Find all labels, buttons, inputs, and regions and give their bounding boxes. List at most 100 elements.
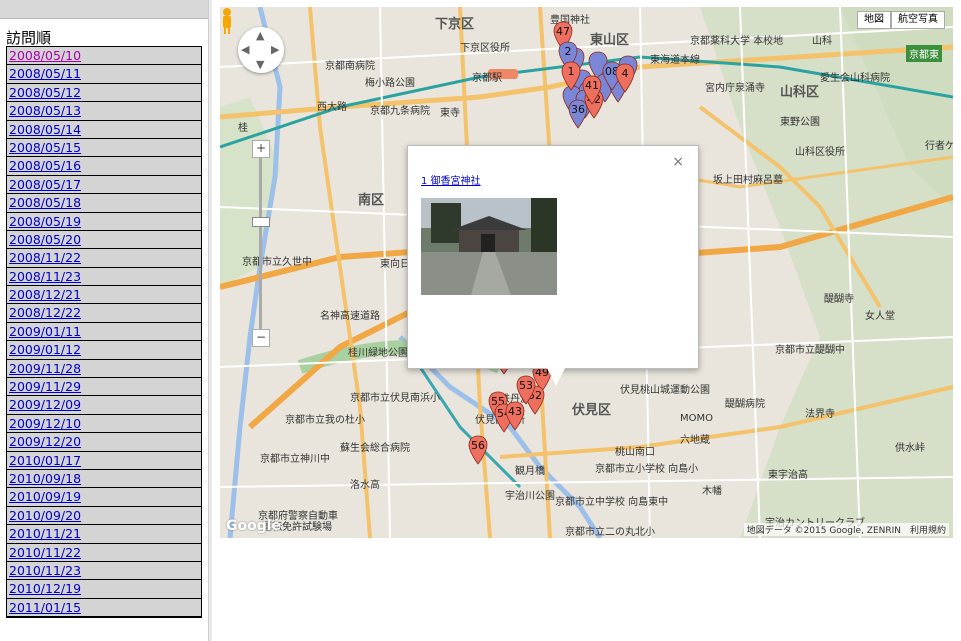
- map-label: 行者ケ: [925, 141, 953, 152]
- map-label: 京都九条病院: [370, 106, 430, 117]
- date-list-item: 2010/11/22: [7, 543, 201, 562]
- date-link[interactable]: 2011/01/15: [7, 599, 201, 617]
- pan-right-icon[interactable]: ▶: [271, 43, 279, 56]
- map-label: 東野公園: [780, 117, 820, 128]
- map-label: 京都薬科大学 本校地: [690, 36, 784, 47]
- date-list-item: 2011/01/15: [7, 598, 201, 618]
- map-pin-marker[interactable]: 36: [568, 99, 588, 129]
- marker-number: 2: [565, 45, 572, 58]
- date-link[interactable]: 2008/05/17: [7, 176, 201, 194]
- map-label: 京都市立醍醐中: [775, 345, 845, 356]
- date-link[interactable]: 2008/05/13: [7, 102, 201, 120]
- map-view[interactable]: 下京区 東山区 山科区 南区 伏見区 京都駅 東海道本線 名神高速道路 京都市立久世中 京都市立我…: [220, 7, 953, 538]
- date-link[interactable]: 2009/12/10: [7, 415, 201, 433]
- map-label: 洛水高: [350, 480, 380, 491]
- date-list-item: 2008/05/16: [7, 157, 201, 176]
- date-list-item: 2010/09/18: [7, 469, 201, 489]
- marker-number: 56: [471, 439, 485, 452]
- date-link[interactable]: 2009/01/11: [7, 323, 201, 341]
- date-link[interactable]: 2009/11/28: [7, 360, 201, 378]
- pan-down-icon[interactable]: ▼: [256, 58, 264, 71]
- map-label: 下京区役所: [460, 43, 510, 54]
- map-label: 下京区: [435, 17, 475, 32]
- date-list-item: 2008/05/14: [7, 120, 201, 139]
- date-link[interactable]: 2010/01/17: [7, 452, 201, 470]
- date-link[interactable]: 2008/05/20: [7, 231, 201, 249]
- date-list-item: 2010/11/23: [7, 561, 201, 581]
- pan-up-icon[interactable]: ▲: [256, 29, 264, 42]
- map-label: 醍醐寺: [824, 294, 854, 305]
- satellite-type-button[interactable]: 航空写真: [891, 11, 945, 29]
- map-pin-marker[interactable]: 53: [516, 375, 536, 405]
- date-list-item: 2009/12/09: [7, 396, 201, 415]
- map-type-button[interactable]: 地図: [857, 11, 891, 29]
- date-link[interactable]: 2008/05/18: [7, 194, 201, 212]
- date-list-item: 2008/05/12: [7, 83, 201, 103]
- date-link[interactable]: 2009/01/12: [7, 341, 201, 359]
- map-label: 京都市立二の丸北小: [565, 527, 655, 538]
- date-link[interactable]: 2008/12/21: [7, 286, 201, 304]
- map-label: 醍醐病院: [725, 399, 765, 410]
- map-label: 観月橋: [515, 466, 545, 477]
- zoom-in-button[interactable]: +: [252, 140, 270, 158]
- date-link[interactable]: 2008/11/22: [7, 249, 201, 267]
- date-link[interactable]: 2008/05/19: [7, 213, 201, 231]
- date-link[interactable]: 2008/05/15: [7, 139, 201, 157]
- pan-control[interactable]: ▲ ▼ ◀ ▶: [238, 27, 284, 73]
- map-pin-marker[interactable]: 56: [468, 435, 488, 465]
- map-pin-marker[interactable]: 4: [615, 63, 635, 93]
- date-link[interactable]: 2008/12/22: [7, 304, 201, 322]
- map-label: 桂: [238, 123, 248, 134]
- map-label: 山科: [812, 36, 832, 47]
- map-label: 京都市立小学校 向島小: [595, 464, 699, 475]
- date-link[interactable]: 2010/09/18: [7, 470, 201, 488]
- google-logo: Google: [226, 518, 282, 534]
- date-link[interactable]: 2008/05/10: [7, 47, 201, 65]
- date-link[interactable]: 2008/05/16: [7, 157, 201, 175]
- pan-left-icon[interactable]: ◀: [241, 43, 249, 56]
- map-label: 名神高速道路: [320, 311, 380, 322]
- date-list-item: 2008/11/22: [7, 249, 201, 268]
- info-window-pointer: [546, 366, 566, 386]
- map-label: 東海道本線: [650, 55, 700, 66]
- map-label: 愛生会山科病院: [820, 73, 890, 84]
- date-list-item: 2009/12/10: [7, 414, 201, 434]
- date-list-item: 2008/05/10: [7, 47, 201, 66]
- date-list-item: 2009/01/11: [7, 322, 201, 342]
- map-pin-marker[interactable]: 1: [561, 61, 581, 91]
- pegman-icon[interactable]: [220, 7, 234, 35]
- zoom-slider-handle[interactable]: [252, 217, 270, 227]
- close-icon[interactable]: ×: [672, 154, 684, 170]
- date-link[interactable]: 2010/09/19: [7, 488, 201, 506]
- zoom-out-button[interactable]: −: [252, 329, 270, 347]
- date-link[interactable]: 2010/11/22: [7, 544, 201, 562]
- date-link[interactable]: 2008/11/23: [7, 268, 201, 286]
- marker-number: 4: [622, 67, 629, 80]
- date-link[interactable]: 2010/11/21: [7, 525, 201, 543]
- map-attribution[interactable]: 地図データ ©2015 Google, ZENRIN 利用規約: [743, 523, 949, 536]
- map-label: 南区: [358, 193, 385, 208]
- map-label: 東宇治高: [768, 470, 808, 481]
- date-link[interactable]: 2010/09/20: [7, 507, 201, 525]
- date-link[interactable]: 2010/12/19: [7, 580, 201, 598]
- date-link[interactable]: 2009/12/20: [7, 433, 201, 451]
- map-pin-marker[interactable]: 43: [505, 401, 525, 431]
- map-label: 西大路: [317, 102, 347, 113]
- shrine-photo: [421, 198, 557, 295]
- date-list-item: 2008/05/20: [7, 230, 201, 250]
- date-link[interactable]: 2009/12/09: [7, 396, 201, 414]
- date-list: 2008/05/10 2008/05/11 2008/05/12 2008/05/13…: [6, 46, 202, 619]
- place-link[interactable]: 1 御香宮神社: [421, 172, 481, 187]
- date-link[interactable]: 2008/05/14: [7, 121, 201, 139]
- frame-divider[interactable]: [208, 0, 212, 641]
- marker-number: 41: [585, 79, 599, 92]
- map-label: 山科区: [780, 85, 820, 100]
- marker-number: 36: [571, 103, 585, 116]
- date-link[interactable]: 2009/11/29: [7, 378, 201, 396]
- date-list-item: 2008/05/15: [7, 138, 201, 158]
- date-link[interactable]: 2008/05/11: [7, 65, 201, 83]
- date-link[interactable]: 2008/05/12: [7, 84, 201, 102]
- date-list-item: 2010/09/20: [7, 506, 201, 526]
- date-link[interactable]: 2010/11/23: [7, 562, 201, 580]
- zoom-slider[interactable]: [259, 157, 262, 337]
